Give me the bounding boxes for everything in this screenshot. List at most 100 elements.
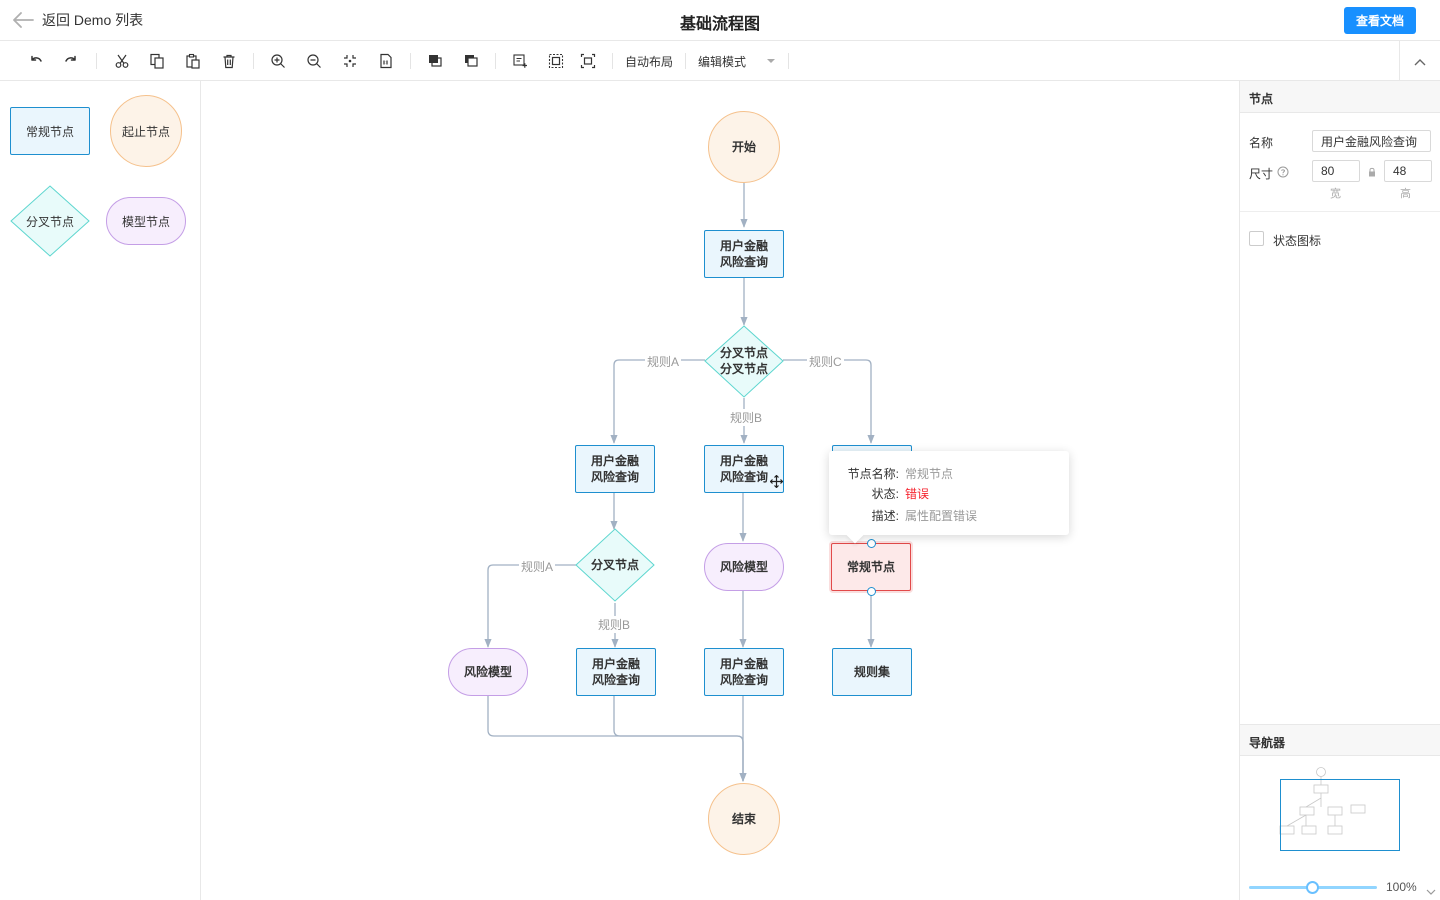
edge-label-rule-b: 规则B	[728, 409, 765, 426]
size-label: 尺寸	[1249, 167, 1274, 181]
output-port[interactable]	[867, 587, 876, 596]
fit-view-icon[interactable]	[338, 49, 362, 73]
edge-query-b1-to-end[interactable]	[613, 696, 747, 782]
edge-label-rule-b2: 规则B	[596, 616, 633, 633]
query-node-bottom-2[interactable]: 用户金融 风险查询	[704, 648, 784, 696]
node-label: 风险查询	[591, 673, 640, 687]
stencil-branch-node[interactable]: 分叉节点	[10, 185, 90, 257]
node-name-input[interactable]	[1312, 130, 1431, 152]
node-stencil-panel: 常规节点 起止节点 分叉节点 模型节点	[0, 81, 201, 900]
node-label: 风险查询	[719, 673, 768, 687]
chevron-down-icon[interactable]	[1426, 884, 1436, 899]
select-all-icon[interactable]	[544, 49, 568, 73]
cut-icon[interactable]	[110, 49, 134, 73]
actual-size-icon[interactable]	[374, 49, 398, 73]
zoom-value: 100%	[1386, 880, 1417, 894]
start-node[interactable]: 开始	[708, 111, 780, 183]
group-icon[interactable]	[508, 49, 532, 73]
edge-rule-c[interactable]	[783, 359, 875, 444]
edge-model-to-end[interactable]	[487, 696, 747, 782]
app-header: 返回 Demo 列表 基础流程图 查看文档	[0, 0, 1440, 41]
copy-icon[interactable]	[145, 49, 169, 73]
end-node[interactable]: 结束	[708, 783, 780, 855]
toolbar-divider	[612, 53, 613, 69]
back-link-label: 返回 Demo 列表	[42, 12, 144, 28]
regular-node-error[interactable]: 常规节点	[831, 543, 911, 591]
bring-front-icon[interactable]	[423, 49, 447, 73]
ruleset-node[interactable]: 规则集	[832, 648, 912, 696]
edge-rule-a2[interactable]	[484, 564, 576, 648]
branch-node[interactable]: 分叉节点 分叉节点	[705, 339, 783, 383]
navigator-viewport[interactable]	[1280, 779, 1400, 851]
height-caption: 高	[1400, 188, 1411, 200]
chevron-up-icon	[1414, 54, 1426, 69]
collapse-toolbar-button[interactable]	[1399, 41, 1440, 81]
caret-down-icon[interactable]	[766, 53, 776, 69]
stencil-start-end-node[interactable]: 起止节点	[110, 95, 182, 167]
stencil-model-node[interactable]: 模型节点	[106, 197, 186, 245]
back-link[interactable]: 返回 Demo 列表	[12, 8, 143, 32]
model-node-middle[interactable]: 风险模型	[704, 543, 784, 591]
zoom-out-icon[interactable]	[302, 49, 326, 73]
node-label: 用户金融	[719, 239, 768, 253]
width-input[interactable]	[1312, 160, 1360, 182]
graph-canvas[interactable]: 开始 用户金融 风险查询 分叉节点 分叉节点 规则A 规则B 规则C 用户金融 …	[201, 81, 1239, 900]
zoom-slider-handle[interactable]	[1306, 881, 1319, 894]
status-icon-label: 状态图标	[1273, 234, 1322, 248]
undo-icon[interactable]	[24, 49, 48, 73]
clear-selection-icon[interactable]	[576, 49, 600, 73]
page-title: 基础流程图	[679, 16, 760, 33]
paste-icon[interactable]	[181, 49, 205, 73]
toolbar-divider	[495, 53, 496, 69]
width-caption: 宽	[1330, 188, 1341, 200]
node-label: 用户金融	[719, 454, 768, 468]
node-label: 用户金融	[591, 657, 640, 671]
divider	[1240, 211, 1440, 212]
edge-rule-a[interactable]	[610, 359, 705, 444]
edge-label-rule-a2: 规则A	[519, 558, 556, 575]
query-node-bottom-1[interactable]: 用户金融 风险查询	[576, 648, 656, 696]
toolbar-divider	[410, 53, 411, 69]
query-node[interactable]: 用户金融 风险查询	[704, 230, 784, 278]
navigator-header: 导航器	[1240, 724, 1440, 756]
node-tooltip: 节点名称: 常规节点 状态: 错误 描述: 属性配置错误	[829, 451, 1069, 544]
node-section-header: 节点	[1240, 81, 1440, 113]
node-label: 风险查询	[590, 470, 639, 484]
status-icon-checkbox[interactable]	[1249, 231, 1264, 246]
model-node-left[interactable]: 风险模型	[448, 648, 528, 696]
tooltip-name-key: 节点名称:	[847, 467, 899, 481]
node-label: 用户金融	[719, 657, 768, 671]
edge-label-rule-a: 规则A	[645, 353, 682, 370]
config-panel: 节点 名称 尺寸 宽 高 状态图标 导航器 100%	[1239, 81, 1440, 900]
height-input[interactable]	[1384, 160, 1432, 182]
query-node-left[interactable]: 用户金融 风险查询	[575, 445, 655, 493]
toolbar-divider	[788, 53, 789, 69]
size-label-row: 尺寸	[1249, 165, 1289, 182]
tooltip-status-value: 错误	[905, 487, 930, 501]
zoom-in-icon[interactable]	[266, 49, 290, 73]
question-circle-icon[interactable]	[1277, 166, 1289, 181]
node-label: 风险查询	[719, 470, 768, 484]
node-label: 分叉节点	[719, 362, 768, 376]
node-label: 分叉节点	[719, 346, 768, 360]
mode-select[interactable]: 编辑模式	[698, 53, 746, 70]
toolbar-divider	[685, 53, 686, 69]
branch-node-2[interactable]: 分叉节点	[577, 555, 653, 575]
edge-label-rule-c: 规则C	[807, 353, 844, 370]
stencil-branch-label: 分叉节点	[25, 214, 74, 229]
tooltip-name-value: 常规节点	[905, 467, 954, 481]
name-label: 名称	[1249, 136, 1274, 150]
tooltip-desc-key: 描述:	[871, 509, 899, 523]
node-label: 风险查询	[719, 255, 768, 269]
toolbar-divider	[253, 53, 254, 69]
arrow-left-icon	[12, 12, 34, 28]
view-docs-button[interactable]: 查看文档	[1344, 7, 1416, 34]
send-back-icon[interactable]	[459, 49, 483, 73]
toolbar: 自动布局 编辑模式	[0, 41, 1440, 81]
lock-icon[interactable]	[1368, 165, 1376, 180]
redo-icon[interactable]	[59, 49, 83, 73]
delete-icon[interactable]	[217, 49, 241, 73]
auto-layout-button[interactable]: 自动布局	[625, 53, 673, 70]
input-port[interactable]	[867, 539, 876, 548]
stencil-regular-node[interactable]: 常规节点	[10, 107, 90, 155]
